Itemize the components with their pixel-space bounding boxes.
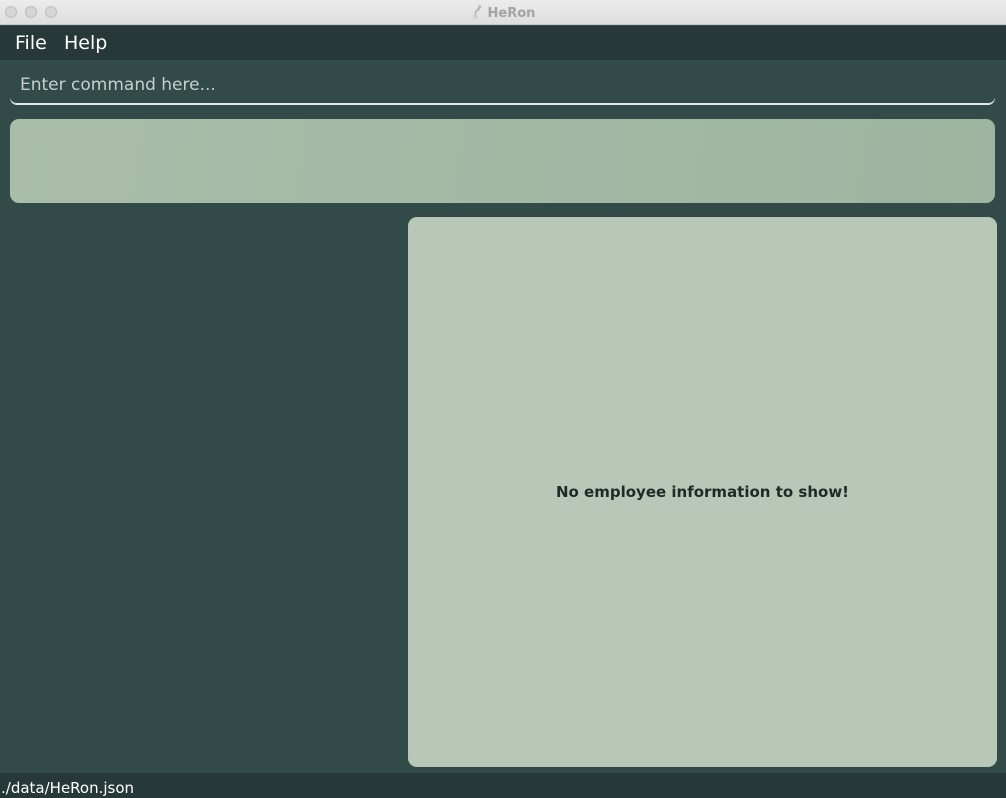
app-window: HeRon File Help No employee information …	[0, 0, 1006, 798]
empty-detail-message: No employee information to show!	[555, 483, 850, 501]
status-bar: ./data/HeRon.json	[0, 773, 1006, 798]
heron-bird-icon	[471, 4, 483, 25]
menu-bar: File Help	[0, 26, 1006, 60]
save-location-label: ./data/HeRon.json	[1, 779, 135, 797]
window-title: HeRon	[487, 6, 536, 21]
command-box	[0, 60, 1006, 115]
title-bar: HeRon	[0, 0, 1006, 25]
command-input[interactable]	[10, 65, 995, 105]
window-title-group: HeRon	[0, 4, 1006, 25]
menu-file[interactable]: File	[15, 32, 47, 54]
employee-detail-panel: No employee information to show!	[408, 217, 997, 767]
menu-help[interactable]: Help	[64, 32, 107, 54]
result-display	[10, 119, 995, 203]
employee-list-panel[interactable]	[0, 215, 402, 770]
